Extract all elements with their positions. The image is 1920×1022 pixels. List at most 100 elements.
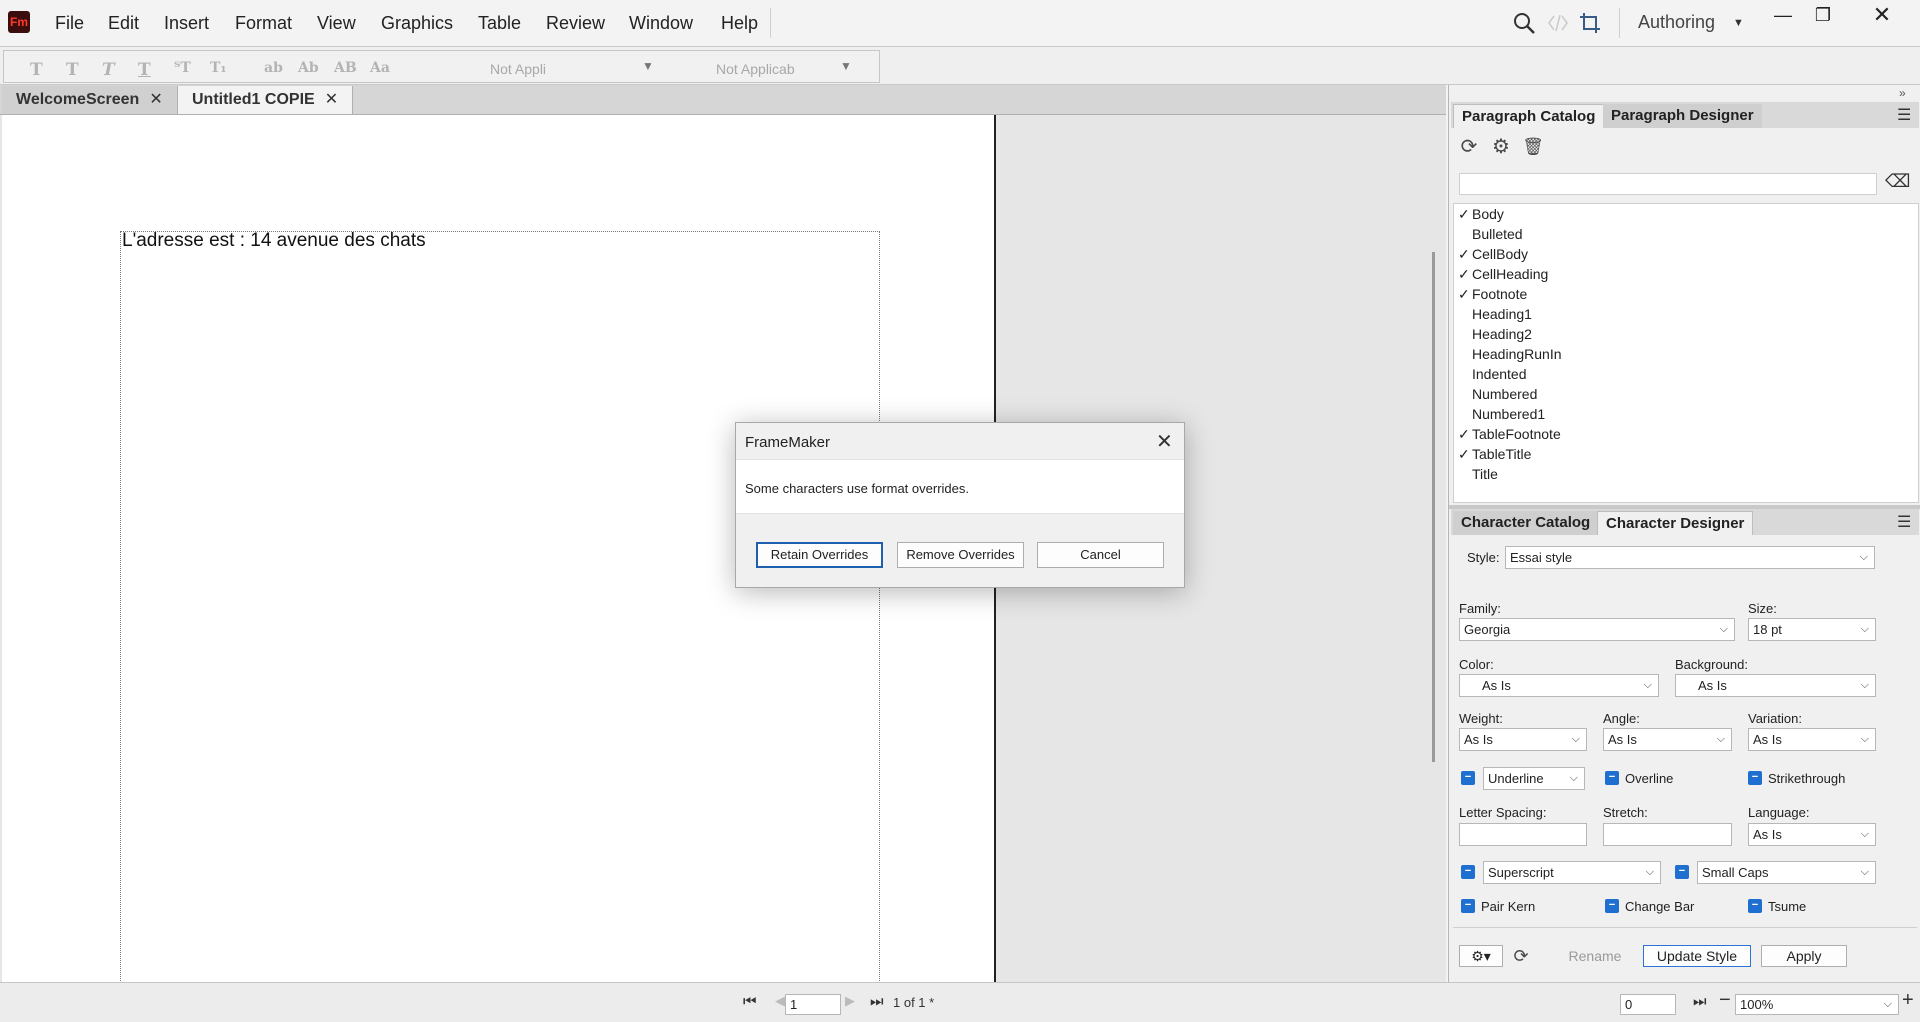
plain-text-icon[interactable]: T (30, 60, 43, 80)
clear-search-icon[interactable]: ⌫ (1885, 171, 1910, 192)
last-page-icon[interactable]: ⏭ (870, 993, 884, 1010)
menu-review[interactable]: Review (546, 13, 605, 34)
tsume-checkbox[interactable]: − (1748, 899, 1762, 913)
subscript-text-icon[interactable]: T₁ (210, 60, 227, 76)
settings-menu-button[interactable]: ⚙▾ (1459, 945, 1503, 967)
menu-help[interactable]: Help (721, 13, 758, 34)
list-item[interactable]: Indented (1458, 366, 1527, 382)
retain-overrides-button[interactable]: Retain Overrides (756, 542, 883, 568)
close-tab-icon[interactable]: ✕ (149, 91, 162, 108)
angle-select[interactable]: As Is ⌵ (1603, 728, 1732, 751)
uppercase-icon[interactable]: AB (334, 60, 357, 76)
zoom-select[interactable]: 100% ⌵ (1735, 994, 1899, 1015)
stretch-input[interactable] (1603, 823, 1732, 846)
list-item[interactable]: Heading2 (1458, 326, 1532, 342)
tab-paragraph-catalog[interactable]: Paragraph Catalog (1453, 104, 1605, 128)
list-item[interactable]: Bulleted (1458, 226, 1523, 242)
search-icon[interactable] (1512, 11, 1536, 35)
zoom-out-icon[interactable]: − (1719, 989, 1731, 1012)
refresh-icon[interactable]: ⟳ (1509, 944, 1533, 968)
superscript-text-icon[interactable]: ᵀT (174, 60, 191, 76)
variation-select[interactable]: As Is ⌵ (1748, 728, 1876, 751)
family-select[interactable]: Georgia ⌵ (1459, 618, 1735, 641)
apply-button[interactable]: Apply (1761, 945, 1847, 967)
rename-button[interactable]: Rename (1553, 946, 1637, 968)
next-page-icon[interactable]: ▶ (845, 993, 855, 1009)
mode-caret-icon[interactable]: ▼ (1733, 17, 1744, 29)
smallcaps-select[interactable]: Small Caps ⌵ (1697, 861, 1876, 884)
italic-text-icon[interactable]: T (102, 60, 115, 80)
background-select[interactable]: As Is ⌵ (1675, 674, 1876, 697)
menu-file[interactable]: File (55, 13, 84, 34)
paragraph-format-dropdown[interactable]: Not Appli (490, 61, 546, 77)
tab-character-catalog[interactable]: Character Catalog (1453, 511, 1599, 535)
smallcaps-checkbox[interactable]: − (1675, 865, 1689, 879)
navigate-end-icon[interactable]: ⏭ (1693, 993, 1707, 1010)
menu-edit[interactable]: Edit (108, 13, 139, 34)
list-item[interactable]: Title (1458, 466, 1498, 482)
list-item[interactable]: ✓ TableFootnote (1458, 426, 1561, 443)
character-format-dropdown[interactable]: Not Applicab (716, 61, 795, 77)
tab-untitled1-copie[interactable]: Untitled1 COPIE ✕ (178, 86, 354, 114)
panel-menu-icon[interactable]: ☰ (1897, 512, 1911, 532)
page-number-input[interactable]: 1 (785, 994, 841, 1015)
menu-graphics[interactable]: Graphics (381, 13, 453, 34)
restore-button[interactable]: ❐ (1800, 0, 1846, 30)
crop-frame-icon[interactable] (1578, 11, 1602, 35)
close-tab-icon[interactable]: ✕ (325, 91, 338, 108)
list-item[interactable]: Numbered (1458, 386, 1537, 402)
collapse-panel-icon[interactable]: » (1899, 86, 1906, 100)
menu-insert[interactable]: Insert (164, 13, 209, 34)
underline-checkbox[interactable]: − (1461, 771, 1475, 785)
tab-character-designer[interactable]: Character Designer (1597, 511, 1754, 535)
cancel-button[interactable]: Cancel (1037, 542, 1164, 568)
list-item[interactable]: ✓ CellBody (1458, 246, 1528, 263)
strikethrough-checkbox[interactable]: − (1748, 771, 1762, 785)
list-item[interactable]: ✓ TableTitle (1458, 446, 1531, 463)
letter-spacing-input[interactable] (1459, 823, 1587, 846)
lowercase-icon[interactable]: ab (264, 60, 283, 76)
overline-checkbox[interactable]: − (1605, 771, 1619, 785)
zoom-in-icon[interactable]: + (1902, 989, 1914, 1012)
list-item[interactable]: ✓ Body (1458, 206, 1504, 223)
size-select[interactable]: 18 pt ⌵ (1748, 618, 1876, 641)
char-dropdown-caret-icon[interactable]: ▼ (840, 59, 852, 73)
superscript-checkbox[interactable]: − (1461, 865, 1475, 879)
remove-overrides-button[interactable]: Remove Overrides (897, 542, 1024, 568)
code-view-icon[interactable] (1546, 11, 1570, 35)
dialog-close-icon[interactable]: ✕ (1156, 429, 1173, 454)
menu-table[interactable]: Table (478, 13, 521, 34)
text-frame[interactable] (120, 231, 880, 991)
menu-format[interactable]: Format (235, 13, 292, 34)
document-text[interactable]: L'adresse est : 14 avenue des chats (122, 230, 426, 252)
settings-gear-icon[interactable]: ⚙ (1489, 135, 1513, 159)
list-item[interactable]: ✓ CellHeading (1458, 266, 1548, 283)
list-item[interactable]: Heading1 (1458, 306, 1532, 322)
underline-text-icon[interactable]: T (138, 60, 151, 80)
color-select[interactable]: As Is ⌵ (1459, 674, 1659, 697)
pairkern-checkbox[interactable]: − (1461, 899, 1475, 913)
menu-view[interactable]: View (317, 13, 356, 34)
language-select[interactable]: As Is ⌵ (1748, 823, 1876, 846)
tab-welcomescreen[interactable]: WelcomeScreen ✕ (2, 86, 178, 114)
list-item[interactable]: Numbered1 (1458, 406, 1545, 422)
titlecase-icon[interactable]: Ab (298, 60, 319, 76)
change-case-icon[interactable]: Aa (370, 60, 390, 76)
menu-window[interactable]: Window (629, 13, 693, 34)
tab-paragraph-designer[interactable]: Paragraph Designer (1603, 104, 1762, 128)
navigation-value-input[interactable]: 0 (1620, 994, 1676, 1015)
vertical-scrollbar[interactable] (1432, 252, 1435, 762)
refresh-icon[interactable]: ⟳ (1457, 135, 1481, 159)
close-window-button[interactable]: ✕ (1859, 0, 1905, 30)
superscript-select[interactable]: Superscript ⌵ (1483, 861, 1661, 884)
weight-select[interactable]: As Is ⌵ (1459, 728, 1587, 751)
mode-switcher[interactable]: Authoring (1638, 12, 1715, 33)
first-page-icon[interactable]: ⏮ (743, 993, 757, 1010)
para-dropdown-caret-icon[interactable]: ▼ (642, 59, 654, 73)
underline-select[interactable]: Underline ⌵ (1483, 767, 1585, 790)
update-style-button[interactable]: Update Style (1643, 945, 1751, 967)
delete-icon[interactable]: 🗑 (1521, 135, 1545, 159)
list-item[interactable]: ✓ Footnote (1458, 286, 1527, 303)
style-select[interactable]: Essai style ⌵ (1505, 546, 1875, 569)
panel-menu-icon[interactable]: ☰ (1897, 105, 1911, 125)
